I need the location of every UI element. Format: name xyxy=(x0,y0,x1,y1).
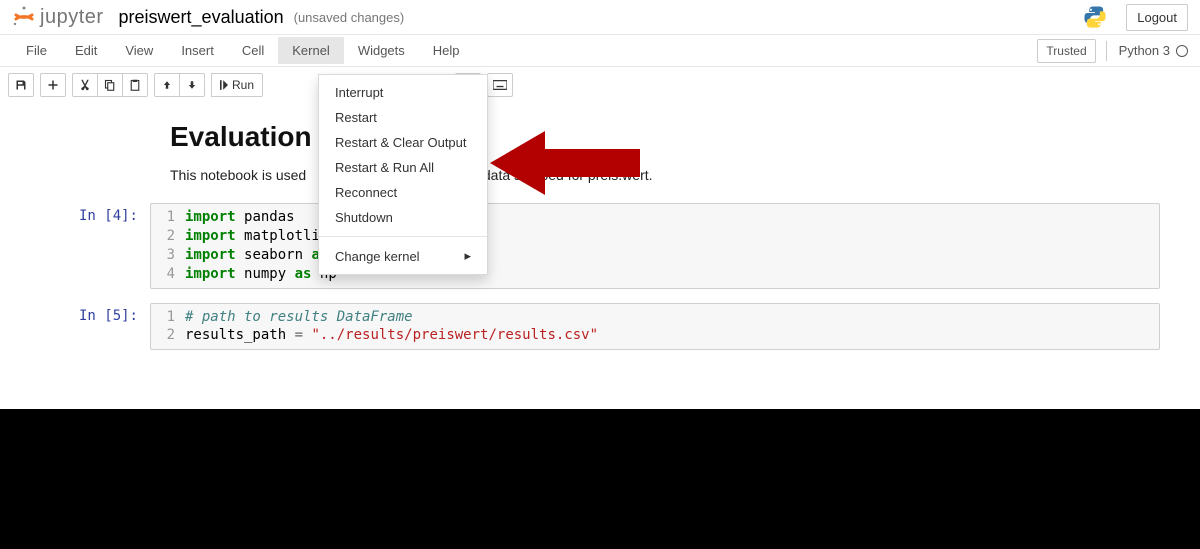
markdown-title: Evaluation xyxy=(170,121,1140,153)
python-icon xyxy=(1082,4,1108,30)
markdown-cell[interactable]: Evaluation This notebook is used for eva… xyxy=(170,121,1140,183)
black-bar xyxy=(0,409,1200,549)
kernel-status-icon xyxy=(1176,45,1188,57)
code-line: 2import matplotlib.pyplot as plt xyxy=(151,227,1159,246)
line-number: 3 xyxy=(151,246,185,265)
line-number: 1 xyxy=(151,208,185,227)
code-line: 1# path to results DataFrame xyxy=(151,308,1159,327)
line-number: 2 xyxy=(151,326,185,345)
command-palette-button[interactable] xyxy=(487,73,513,97)
run-group: Run xyxy=(211,73,263,97)
menu-edit[interactable]: Edit xyxy=(61,37,111,64)
move-down-button[interactable] xyxy=(179,73,205,97)
copy-button[interactable] xyxy=(97,73,123,97)
line-number: 4 xyxy=(151,265,185,284)
menu-widgets[interactable]: Widgets xyxy=(344,37,419,64)
kernel-restart[interactable]: Restart xyxy=(319,105,487,130)
input-prompt: In [5]: xyxy=(40,303,150,351)
copy-icon xyxy=(104,79,116,91)
run-button[interactable]: Run xyxy=(211,73,263,97)
kernel-reconnect[interactable]: Reconnect xyxy=(319,180,487,205)
cut-icon xyxy=(79,79,91,91)
trusted-indicator[interactable]: Trusted xyxy=(1037,39,1095,63)
move-group xyxy=(154,73,205,97)
kernel-indicator: Python 3 xyxy=(1106,41,1188,61)
move-up-button[interactable] xyxy=(154,73,180,97)
jupyter-logo[interactable]: jupyter xyxy=(12,5,104,29)
input-prompt: In [4]: xyxy=(40,203,150,289)
add-cell-button[interactable] xyxy=(40,73,66,97)
markdown-description: This notebook is used for eval and visua… xyxy=(170,167,1140,183)
kernel-restart-run-all[interactable]: Restart & Run All xyxy=(319,155,487,180)
logout-button[interactable]: Logout xyxy=(1126,4,1188,31)
menu-insert[interactable]: Insert xyxy=(167,37,228,64)
menu-file[interactable]: File xyxy=(12,37,61,64)
submenu-arrow-icon: ▸ xyxy=(464,248,471,264)
menubar: File Edit View Insert Cell Kernel Widget… xyxy=(0,35,1200,67)
arrow-up-icon xyxy=(162,80,172,90)
jupyter-logo-text: jupyter xyxy=(40,6,104,29)
run-label: Run xyxy=(232,78,254,92)
menu-help[interactable]: Help xyxy=(419,37,474,64)
menu-view[interactable]: View xyxy=(111,37,167,64)
edit-group xyxy=(72,73,148,97)
code-cell[interactable]: In [4]:1import pandas2import matplotlib.… xyxy=(40,203,1160,289)
paste-icon xyxy=(129,79,141,91)
save-status: (unsaved changes) xyxy=(294,10,405,25)
play-icon xyxy=(220,80,228,90)
code-line: 3import seaborn as sns xyxy=(151,246,1159,265)
kernel-change-label: Change kernel xyxy=(335,249,420,264)
cut-button[interactable] xyxy=(72,73,98,97)
code-cell[interactable]: In [5]:1# path to results DataFrame2resu… xyxy=(40,303,1160,351)
menu-cell[interactable]: Cell xyxy=(228,37,278,64)
line-number: 1 xyxy=(151,308,185,327)
line-number: 2 xyxy=(151,227,185,246)
annotation-arrow xyxy=(490,123,650,206)
paste-button[interactable] xyxy=(122,73,148,97)
menu-kernel[interactable]: Kernel xyxy=(278,37,344,64)
keyboard-icon xyxy=(493,80,507,90)
code-line: 2results_path = "../results/preiswert/re… xyxy=(151,326,1159,345)
code-line: 4import numpy as np xyxy=(151,265,1159,284)
kernel-name: Python 3 xyxy=(1119,43,1170,58)
save-icon xyxy=(15,79,27,91)
divider xyxy=(319,236,487,237)
kernel-shutdown[interactable]: Shutdown xyxy=(319,205,487,230)
arrow-down-icon xyxy=(187,80,197,90)
notebook-header: jupyter preiswert_evaluation (unsaved ch… xyxy=(0,0,1200,35)
kernel-dropdown: Interrupt Restart Restart & Clear Output… xyxy=(318,74,488,275)
toolbar: Run xyxy=(0,67,1200,103)
kernel-interrupt[interactable]: Interrupt xyxy=(319,80,487,105)
code-input[interactable]: 1import pandas2import matplotlib.pyplot … xyxy=(150,203,1160,289)
save-button[interactable] xyxy=(8,73,34,97)
kernel-restart-clear[interactable]: Restart & Clear Output xyxy=(319,130,487,155)
notebook-name[interactable]: preiswert_evaluation xyxy=(119,7,284,28)
plus-icon xyxy=(47,79,59,91)
jupyter-icon xyxy=(12,5,36,29)
code-input[interactable]: 1# path to results DataFrame2results_pat… xyxy=(150,303,1160,351)
code-line: 1import pandas xyxy=(151,208,1159,227)
kernel-change[interactable]: Change kernel ▸ xyxy=(319,243,487,269)
